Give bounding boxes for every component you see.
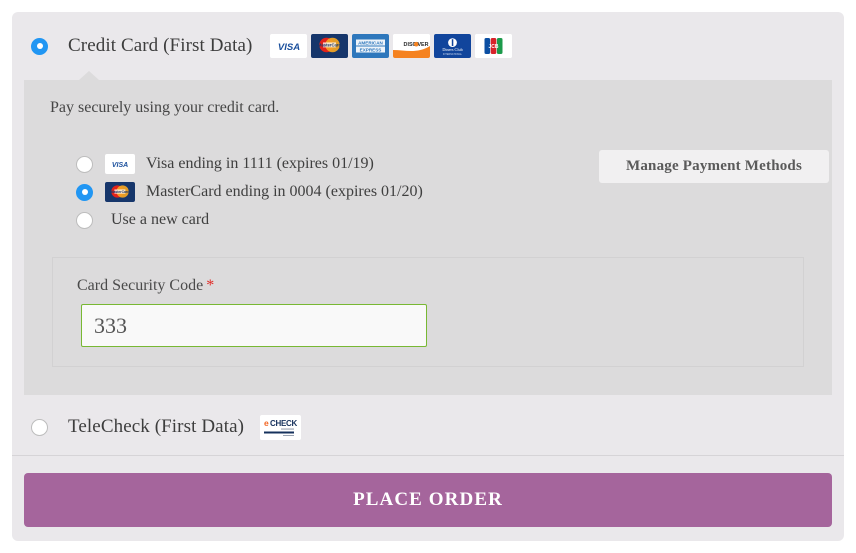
radio-saved-card-visa[interactable] — [76, 155, 93, 173]
svg-text:VISA: VISA — [112, 162, 128, 169]
required-asterisk: * — [206, 277, 215, 294]
svg-text:CHECK: CHECK — [270, 419, 297, 428]
visa-logo: VISA — [105, 154, 135, 174]
jcb-logo: JCB — [475, 34, 513, 58]
saved-card-option-visa[interactable]: VISA Visa ending in 1111 (expires 01/19) — [50, 150, 590, 178]
mastercard-logo: MasterCard — [311, 34, 349, 58]
saved-cards-list: VISA Visa ending in 1111 (expires 01/19)… — [50, 150, 590, 234]
method-label-credit-card: Credit Card (First Data) — [68, 35, 253, 56]
radio-saved-card-mastercard[interactable] — [76, 183, 93, 201]
svg-text:VISA: VISA — [278, 42, 300, 53]
method-option-credit-card[interactable]: Credit Card (First Data) VISA MasterCard — [12, 30, 844, 62]
svg-text:JCB: JCB — [489, 44, 499, 50]
cvv-label-text: Card Security Code — [77, 277, 204, 294]
svg-text:EXPRESS: EXPRESS — [360, 47, 382, 52]
method-label-telecheck: TeleCheck (First Data) — [68, 416, 245, 437]
saved-card-label: MasterCard ending in 0004 (expires 01/20… — [146, 183, 423, 200]
footer-divider — [12, 455, 844, 456]
card-security-code-label: Card Security Code * — [77, 277, 214, 295]
svg-text:MasterCard: MasterCard — [111, 190, 130, 194]
discover-logo: DISC VER — [393, 34, 431, 58]
saved-card-label: Use a new card — [111, 211, 210, 228]
panel-pointer-arrow — [79, 71, 99, 80]
radio-telecheck[interactable] — [31, 418, 48, 436]
svg-text:e: e — [264, 418, 269, 428]
manage-payment-methods-button[interactable]: Manage Payment Methods — [599, 150, 829, 183]
svg-text:AMERICAN: AMERICAN — [359, 40, 384, 45]
saved-card-option-new-card[interactable]: Use a new card — [50, 206, 590, 234]
radio-use-new-card[interactable] — [76, 211, 93, 229]
amex-logo: AMERICAN EXPRESS — [352, 34, 390, 58]
diners-club-logo: Diners Club INTERNATIONAL — [434, 34, 472, 58]
visa-logo: VISA — [270, 34, 308, 58]
card-security-code-input[interactable] — [81, 304, 427, 347]
svg-text:VER: VER — [418, 42, 429, 48]
method-option-telecheck[interactable]: TeleCheck (First Data) e CHECK — [12, 411, 844, 443]
svg-text:INTERNATIONAL: INTERNATIONAL — [443, 53, 463, 56]
place-order-button[interactable]: PLACE ORDER — [24, 473, 832, 527]
mastercard-logo: MasterCard — [105, 182, 135, 202]
payment-method-card: Credit Card (First Data) VISA MasterCard — [12, 12, 844, 541]
svg-text:Diners Club: Diners Club — [443, 47, 463, 52]
radio-credit-card[interactable] — [31, 37, 48, 55]
saved-card-label: Visa ending in 1111 (expires 01/19) — [146, 155, 374, 172]
saved-card-option-mastercard[interactable]: MasterCard MasterCard ending in 0004 (ex… — [50, 178, 590, 206]
svg-text:MasterCard: MasterCard — [318, 43, 341, 48]
credit-card-panel: Pay securely using your credit card. VIS… — [24, 71, 832, 395]
panel-intro-text: Pay securely using your credit card. — [50, 99, 280, 116]
echeck-logo: e CHECK — [260, 414, 302, 440]
card-security-code-fieldset: Card Security Code * — [52, 257, 804, 367]
accepted-card-brands: VISA MasterCard AMERICAN EXPRESS DISC VE… — [270, 34, 513, 58]
